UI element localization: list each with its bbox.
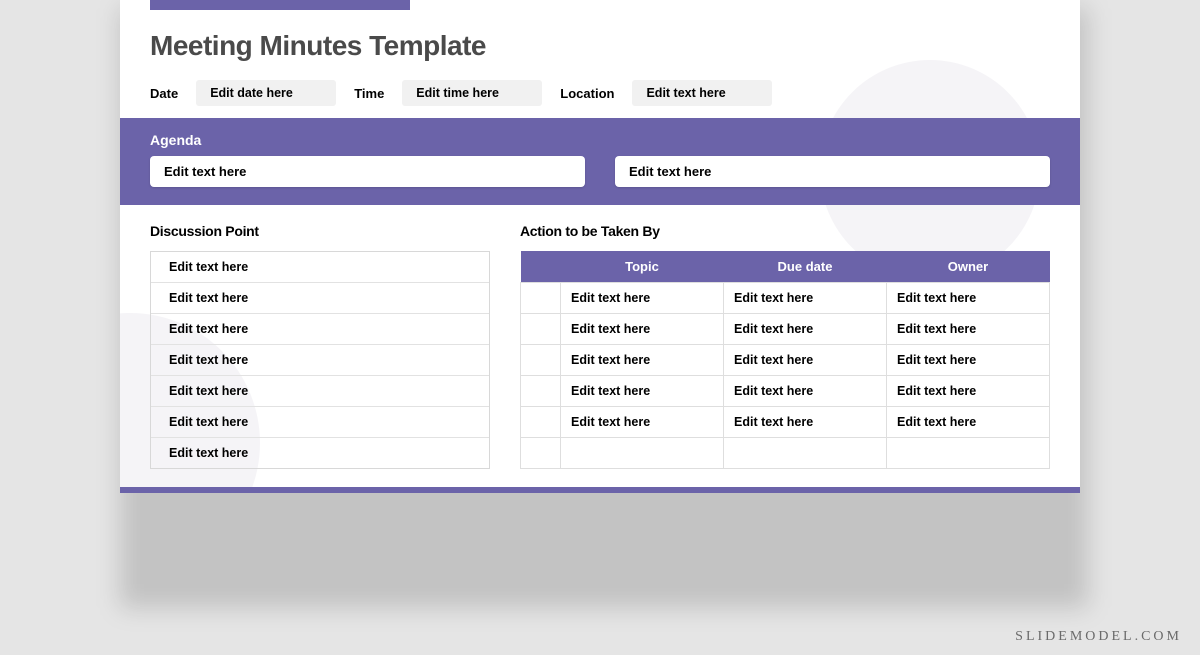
discussion-row[interactable]: Edit text here	[151, 376, 489, 407]
discussion-row[interactable]: Edit text here	[151, 283, 489, 314]
actions-row: Edit text here Edit text here Edit text …	[521, 314, 1050, 345]
actions-cell-topic[interactable]	[561, 438, 724, 469]
actions-cell-topic[interactable]: Edit text here	[561, 407, 724, 438]
actions-cell-owner[interactable]: Edit text here	[887, 283, 1050, 314]
actions-cell-blank[interactable]	[521, 314, 561, 345]
date-label: Date	[150, 86, 178, 101]
actions-cell-owner[interactable]: Edit text here	[887, 407, 1050, 438]
discussion-heading: Discussion Point	[150, 223, 490, 239]
page-title: Meeting Minutes Template	[150, 30, 1050, 62]
actions-cell-owner[interactable]: Edit text here	[887, 314, 1050, 345]
actions-column: Action to be Taken By Topic Due date Own…	[520, 223, 1050, 469]
actions-cell-topic[interactable]: Edit text here	[561, 283, 724, 314]
actions-cell-blank[interactable]	[521, 438, 561, 469]
discussion-row[interactable]: Edit text here	[151, 314, 489, 345]
discussion-row[interactable]: Edit text here	[151, 345, 489, 376]
actions-col-topic: Topic	[561, 251, 724, 283]
actions-cell-due[interactable]: Edit text here	[724, 314, 887, 345]
actions-col-owner: Owner	[887, 251, 1050, 283]
actions-cell-due[interactable]	[724, 438, 887, 469]
agenda-band: Agenda Edit text here Edit text here	[120, 118, 1080, 205]
discussion-row[interactable]: Edit text here	[151, 438, 489, 468]
discussion-row[interactable]: Edit text here	[151, 252, 489, 283]
time-label: Time	[354, 86, 384, 101]
actions-cell-blank[interactable]	[521, 283, 561, 314]
footer-accent	[120, 487, 1080, 493]
header-area: Meeting Minutes Template Date Edit date …	[120, 10, 1080, 118]
accent-bar	[150, 0, 410, 10]
agenda-item-2[interactable]: Edit text here	[615, 156, 1050, 187]
actions-cell-due[interactable]: Edit text here	[724, 345, 887, 376]
actions-cell-blank[interactable]	[521, 345, 561, 376]
actions-row: Edit text here Edit text here Edit text …	[521, 345, 1050, 376]
agenda-item-1[interactable]: Edit text here	[150, 156, 585, 187]
discussion-column: Discussion Point Edit text here Edit tex…	[150, 223, 490, 469]
slide-card: Meeting Minutes Template Date Edit date …	[120, 0, 1080, 493]
actions-row	[521, 438, 1050, 469]
watermark: SLIDEMODEL.COM	[1015, 629, 1182, 645]
actions-cell-blank[interactable]	[521, 376, 561, 407]
agenda-heading: Agenda	[150, 132, 1050, 148]
actions-cell-topic[interactable]: Edit text here	[561, 345, 724, 376]
actions-cell-owner[interactable]	[887, 438, 1050, 469]
location-label: Location	[560, 86, 614, 101]
actions-cell-due[interactable]: Edit text here	[724, 376, 887, 407]
actions-cell-blank[interactable]	[521, 407, 561, 438]
actions-heading: Action to be Taken By	[520, 223, 1050, 239]
time-field[interactable]: Edit time here	[402, 80, 542, 106]
actions-col-blank	[521, 251, 561, 283]
location-field[interactable]: Edit text here	[632, 80, 772, 106]
actions-cell-due[interactable]: Edit text here	[724, 283, 887, 314]
actions-cell-topic[interactable]: Edit text here	[561, 314, 724, 345]
actions-cell-owner[interactable]: Edit text here	[887, 376, 1050, 407]
actions-row: Edit text here Edit text here Edit text …	[521, 283, 1050, 314]
date-field[interactable]: Edit date here	[196, 80, 336, 106]
meta-row: Date Edit date here Time Edit time here …	[150, 80, 1050, 106]
actions-row: Edit text here Edit text here Edit text …	[521, 376, 1050, 407]
actions-cell-due[interactable]: Edit text here	[724, 407, 887, 438]
actions-row: Edit text here Edit text here Edit text …	[521, 407, 1050, 438]
discussion-table: Edit text here Edit text here Edit text …	[150, 251, 490, 469]
actions-table: Topic Due date Owner Edit text here Edit…	[520, 251, 1050, 469]
actions-cell-topic[interactable]: Edit text here	[561, 376, 724, 407]
actions-col-due: Due date	[724, 251, 887, 283]
actions-cell-owner[interactable]: Edit text here	[887, 345, 1050, 376]
discussion-row[interactable]: Edit text here	[151, 407, 489, 438]
